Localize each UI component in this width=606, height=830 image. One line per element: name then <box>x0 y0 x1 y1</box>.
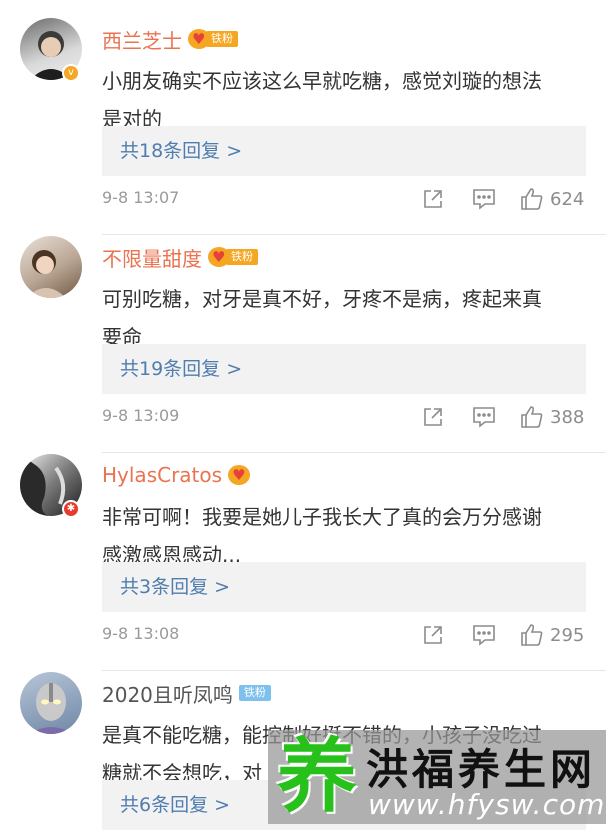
fan-label: 铁粉 <box>206 31 238 47</box>
comment-icon[interactable] <box>472 622 496 648</box>
username[interactable]: 2020且听凤鸣 <box>102 679 233 708</box>
like-button[interactable]: 624 <box>520 186 584 212</box>
share-icon[interactable] <box>422 186 444 212</box>
username[interactable]: 不限量甜度 <box>102 243 202 272</box>
comment-meta: 9-8 13:08 295 <box>102 620 592 650</box>
view-replies-button[interactable]: 共18条回复 > <box>102 126 586 176</box>
like-count: 624 <box>550 188 585 210</box>
iron-fan-badge: 铁粉 <box>238 683 271 703</box>
share-icon[interactable] <box>422 404 444 430</box>
username[interactable]: HylasCratos <box>102 463 222 487</box>
share-icon[interactable] <box>422 622 444 648</box>
like-count: 295 <box>550 624 585 646</box>
verified-badge-icon: v <box>62 64 80 82</box>
sunshine-badge-icon: ✱ <box>62 500 80 518</box>
iron-fan-badge: 铁粉 <box>208 247 258 267</box>
timestamp: 9-8 13:07 <box>102 188 180 207</box>
avatar[interactable] <box>20 236 82 298</box>
timestamp: 9-8 13:09 <box>102 406 180 425</box>
fan-label: 铁粉 <box>226 249 258 265</box>
comment-meta: 9-8 13:09 388 <box>102 402 592 432</box>
like-count: 388 <box>550 406 585 428</box>
view-replies-button[interactable]: 共19条回复 > <box>102 344 586 394</box>
avatar[interactable] <box>20 672 82 734</box>
divider <box>102 452 606 453</box>
fan-heart-icon <box>188 29 210 49</box>
fan-heart-icon <box>228 465 251 485</box>
comment-item: v 西兰芝士 铁粉 小朋友确实不应该这么早就吃糖，感觉刘璇的想法 是对的 共18… <box>0 18 606 236</box>
comment-meta: 9-8 13:07 624 <box>102 184 592 214</box>
comment-text-line: 非常可啊！我要是她儿子我长大了真的会万分感谢 <box>102 505 542 529</box>
like-button[interactable]: 295 <box>520 622 584 648</box>
fan-heart-icon <box>208 247 230 267</box>
comment-text-line: 可别吃糖，对牙是真不好，牙疼不是病，疼起来真 <box>102 287 542 311</box>
watermark-logo: 养 <box>277 730 357 823</box>
comment-icon[interactable] <box>472 186 496 212</box>
thumbs-up-icon <box>521 188 543 210</box>
thumbs-up-icon <box>521 406 543 428</box>
comment-item: ✱ HylasCratos 非常可啊！我要是她儿子我长大了真的会万分感谢 感激感… <box>0 454 606 672</box>
view-replies-button[interactable]: 共3条回复 > <box>102 562 586 612</box>
comment-icon[interactable] <box>472 404 496 430</box>
fan-heart-badge <box>228 465 251 485</box>
divider <box>102 234 606 235</box>
comment-text-line: 小朋友确实不应该这么早就吃糖，感觉刘璇的想法 <box>102 69 542 93</box>
watermark-url: www.hfysw.com <box>368 788 606 821</box>
timestamp: 9-8 13:08 <box>102 624 180 643</box>
iron-fan-badge: 铁粉 <box>188 29 238 49</box>
like-button[interactable]: 388 <box>520 404 584 430</box>
username[interactable]: 西兰芝士 <box>102 25 182 54</box>
fan-label: 铁粉 <box>238 685 271 701</box>
site-watermark: 养 洪福养生网 www.hfysw.com <box>268 730 606 824</box>
comment-item: 不限量甜度 铁粉 可别吃糖，对牙是真不好，牙疼不是病，疼起来真 要命 共19条回… <box>0 236 606 454</box>
thumbs-up-icon <box>521 624 543 646</box>
divider <box>102 670 606 671</box>
